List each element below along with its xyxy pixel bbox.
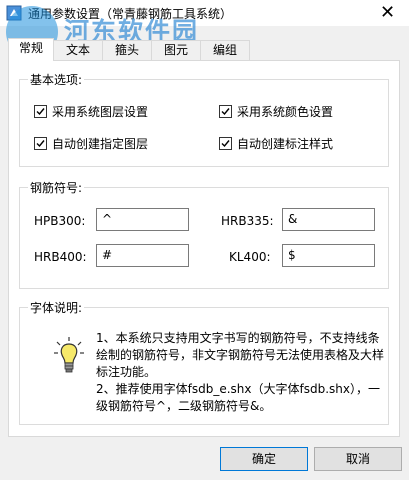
font-note-line-2: 2、推荐使用字体fsdb_e.shx（大字体fsdb.shx），一级钢筋符号^，…: [96, 382, 380, 413]
basic-options-title: 基本选项:: [28, 71, 85, 88]
hrb400-input[interactable]: #: [96, 244, 189, 267]
checkbox-auto-create-dim-style[interactable]: 自动创建标注样式: [219, 135, 333, 151]
title-bar: 通用参数设置（常青藤钢筋工具系统） ✕: [0, 0, 409, 26]
checkbox-system-layers[interactable]: 采用系统图层设置: [34, 103, 148, 119]
tab-hook[interactable]: 箍头: [102, 40, 152, 60]
kl400-input[interactable]: $: [282, 244, 375, 267]
tab-general[interactable]: 常规: [8, 38, 54, 61]
close-button[interactable]: ✕: [366, 0, 409, 26]
font-note-line-1: 1、本系统只支持用文字书写的钢筋符号，不支持线条绘制的钢筋符号，非文字钢筋符号无…: [96, 331, 385, 379]
hrb335-label: HRB335:: [221, 214, 274, 228]
cancel-button[interactable]: 取消: [314, 447, 402, 471]
checkbox-auto-create-layers[interactable]: 自动创建指定图层: [34, 135, 148, 151]
tab-element[interactable]: 图元: [151, 40, 201, 60]
ok-button[interactable]: 确定: [220, 447, 308, 471]
tab-text[interactable]: 文本: [53, 40, 103, 60]
font-notes-text: 1、本系统只支持用文字书写的钢筋符号，不支持线条绘制的钢筋符号，非文字钢筋符号无…: [96, 330, 386, 415]
checkbox-checked-icon: [34, 105, 47, 118]
checkbox-checked-icon: [219, 105, 232, 118]
tab-panel-general: 基本选项: 采用系统图层设置 采用系统颜色设置 自动创建指定图层 自动创建标注样…: [8, 60, 400, 437]
window-title: 通用参数设置（常青藤钢筋工具系统）: [28, 7, 233, 21]
lightbulb-icon: [54, 337, 84, 373]
rebar-symbols-title: 钢筋符号:: [28, 179, 85, 196]
kl400-label: KL400:: [229, 250, 271, 264]
hrb335-input[interactable]: &: [282, 208, 375, 231]
hpb300-label: HPB300:: [34, 214, 86, 228]
hpb300-input[interactable]: ^: [96, 208, 189, 231]
checkbox-system-colors[interactable]: 采用系统颜色设置: [219, 103, 333, 119]
checkbox-checked-icon: [219, 137, 232, 150]
rebar-symbols-group: 钢筋符号: HPB300: ^ HRB335: & HRB400: # KL40…: [19, 179, 389, 289]
app-icon: [6, 5, 22, 21]
font-notes-group: 字体说明: 1、本系统只支持用文字书写的钢筋符号，不支持线条绘制的钢筋符号，非文…: [19, 299, 389, 425]
hrb400-label: HRB400:: [34, 250, 87, 264]
close-icon: ✕: [379, 2, 396, 23]
font-notes-title: 字体说明:: [28, 299, 85, 316]
tab-group[interactable]: 编组: [200, 40, 250, 60]
basic-options-group: 基本选项: 采用系统图层设置 采用系统颜色设置 自动创建指定图层 自动创建标注样…: [19, 71, 389, 167]
checkbox-checked-icon: [34, 137, 47, 150]
